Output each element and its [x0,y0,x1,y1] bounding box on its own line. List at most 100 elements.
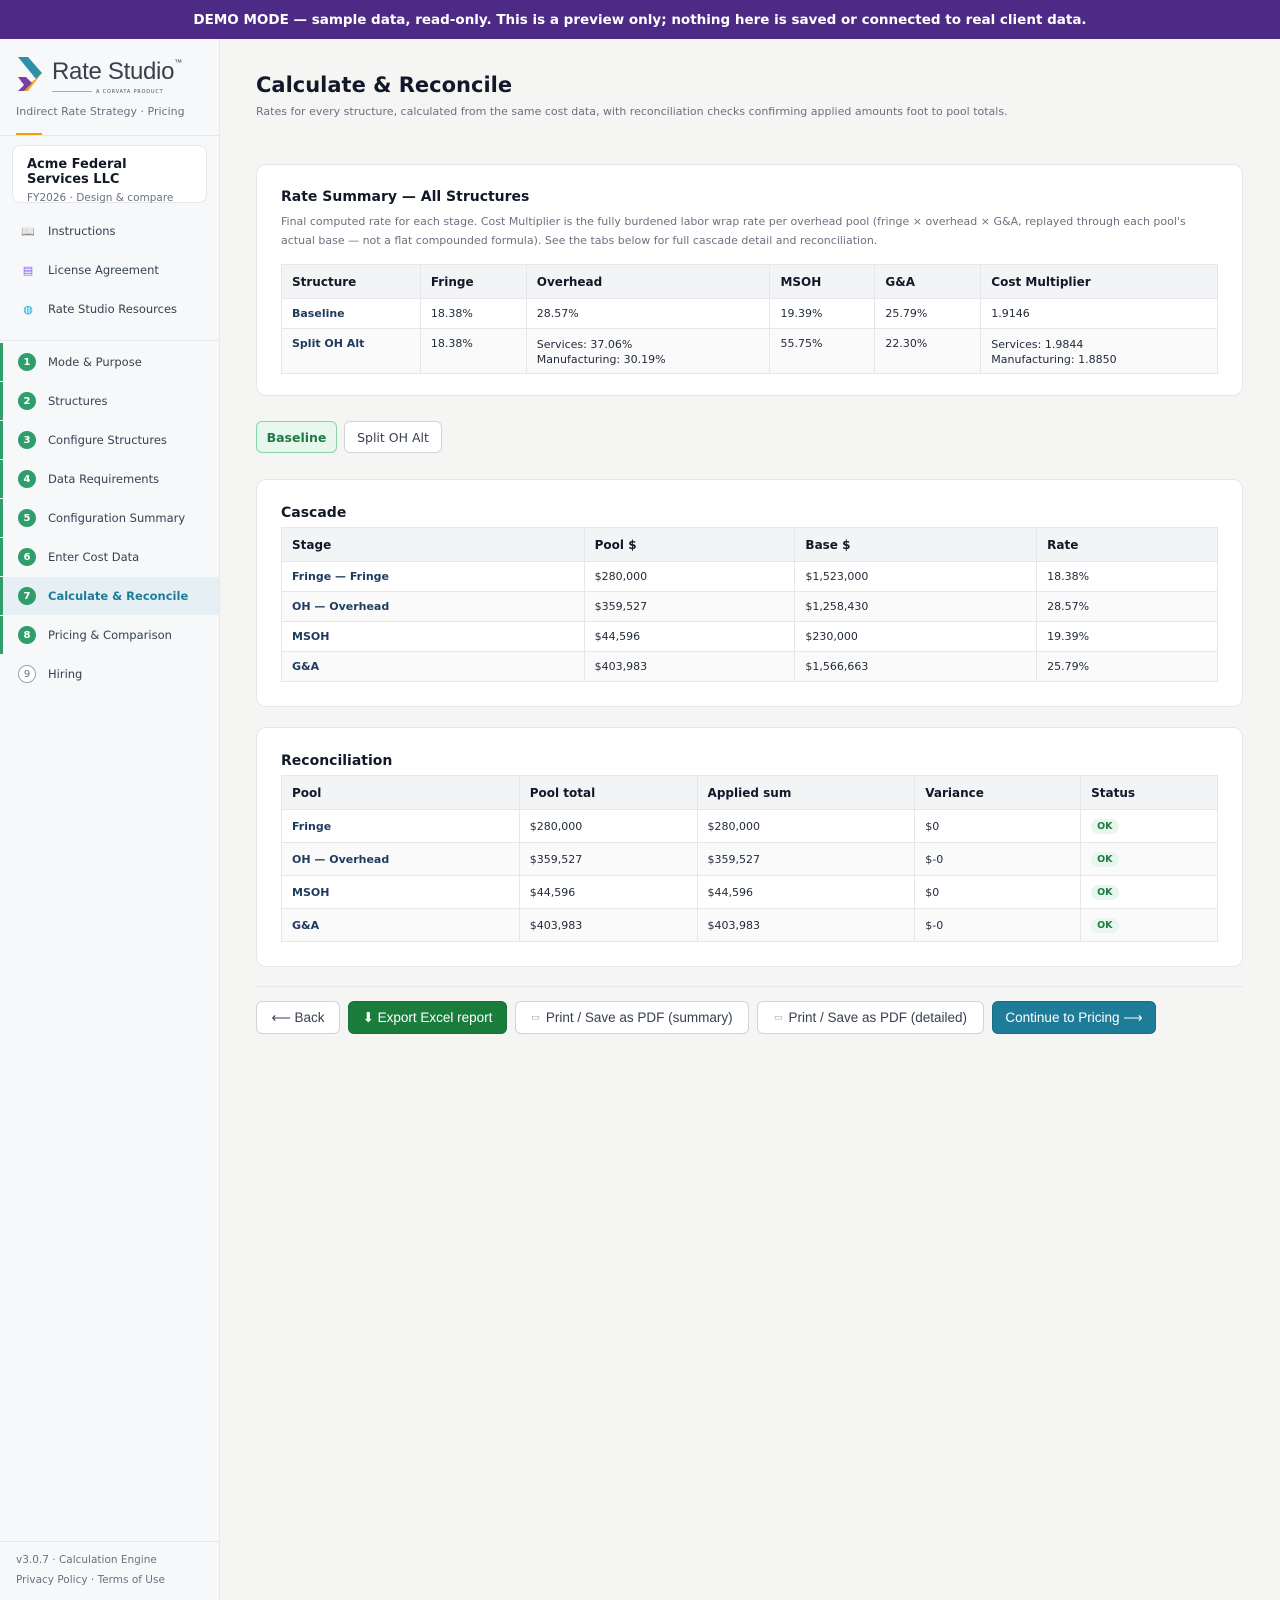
client-card[interactable]: Acme Federal Services LLC FY2026 · Desig… [12,145,207,204]
sidebar-item-instructions[interactable]: 📖 Instructions [0,217,219,245]
overhead-manufacturing-rate: Manufacturing: 30.19% [536,353,666,366]
sidebar-step-calculate-reconcile[interactable]: 7 Calculate & Reconcile [0,577,219,615]
sidebar-item-label: Enter Cost Data [48,550,140,564]
sidebar-item-label: Calculate & Reconcile [48,589,189,603]
sidebar-step-structures[interactable]: 2 Structures [0,382,219,420]
globe-icon: ◍ [23,302,33,316]
page-subtitle: Rates for every structure, calculated fr… [256,105,1008,118]
brand-name: Rate Studio™ [52,58,182,85]
rate-value: 28.57% [1036,591,1218,622]
document-icon: ▭ [531,1012,540,1022]
version-info: v3.0.7 · Calculation Engine [16,1554,157,1566]
status-cell: OK [1080,875,1218,909]
structure-name: Split OH Alt [281,328,421,374]
rate-value: 25.79% [1036,651,1218,682]
stage-name: OH — Overhead [281,591,585,622]
overhead-services-rate: Services: 37.06% [536,338,633,351]
sidebar-item-rate-studio-resources[interactable]: ◍ Rate Studio Resources [0,295,219,323]
step-number-badge: 7 [18,587,36,605]
sidebar-item-label: License Agreement [48,263,159,277]
status-cell: OK [1080,809,1218,843]
stage-name: G&A [281,651,585,682]
applied-sum: $44,596 [696,875,916,909]
pool-amount: $403,983 [583,651,796,682]
rate-studio-logo-icon [18,57,42,91]
reconciliation-table: Pool Pool total Applied sum Variance Sta… [281,775,1218,942]
table-row: MSOH $44,596 $230,000 19.39% [281,621,1218,652]
client-fiscal-year: FY2026 · Design & compare [27,192,174,204]
sidebar-step-pricing-comparison[interactable]: 8 Pricing & Comparison [0,616,219,654]
brand-subtitle: A CORVATA PRODUCT [96,89,164,95]
sidebar-step-mode-purpose[interactable]: 1 Mode & Purpose [0,343,219,381]
tab-baseline[interactable]: Baseline [256,421,337,453]
status-badge: OK [1091,818,1119,834]
back-button[interactable]: ⟵ Back [256,1001,340,1034]
sidebar-step-data-requirements[interactable]: 4 Data Requirements [0,460,219,498]
pool-amount: $44,596 [583,621,796,652]
sidebar-item-label: Instructions [48,224,116,238]
applied-sum: $403,983 [696,908,916,942]
sidebar-step-configuration-summary[interactable]: 5 Configuration Summary [0,499,219,537]
brand-logo[interactable]: Rate Studio™ A CORVATA PRODUCT [16,55,206,103]
step-number-badge: 9 [18,665,36,683]
applied-sum: $280,000 [696,809,916,843]
sidebar-step-hiring[interactable]: 9 Hiring [0,655,219,693]
step-number-badge: 1 [18,353,36,371]
export-excel-button[interactable]: ⬇ Export Excel report [348,1001,507,1034]
sidebar: Rate Studio™ A CORVATA PRODUCT Indirect … [0,39,220,1600]
table-row: G&A $403,983 $403,983 $-0 OK [281,908,1218,942]
rate-value: 19.39% [1036,621,1218,652]
sidebar-item-label: Hiring [48,667,83,681]
print-pdf-summary-button[interactable]: ▭ Print / Save as PDF (summary) [515,1001,749,1034]
legal-links[interactable]: Privacy Policy · Terms of Use [16,1574,165,1586]
reconciliation-card: Reconciliation Pool Pool total Applied s… [256,727,1243,967]
status-cell: OK [1080,908,1218,942]
rate-summary-title: Rate Summary — All Structures [281,189,530,205]
rate-summary-description: Final computed rate for each stage. Cost… [281,215,1186,247]
column-header: MSOH [769,264,876,299]
table-row: G&A $403,983 $1,566,663 25.79% [281,651,1218,682]
step-number-badge: 4 [18,470,36,488]
sidebar-divider [0,340,219,341]
rate-summary-table: Structure Fringe Overhead MSOH G&A Cost … [281,264,1218,374]
sidebar-item-label: Rate Studio Resources [48,302,178,316]
sidebar-item-label: Configure Structures [48,433,167,447]
overhead-rate: 28.57% [525,298,771,329]
step-number-badge: 8 [18,626,36,644]
tab-split-oh-alt[interactable]: Split OH Alt [344,421,442,453]
stage-name: MSOH [281,621,585,652]
cascade-table: Stage Pool $ Base $ Rate Fringe — Fringe… [281,527,1218,682]
cascade-card: Cascade Stage Pool $ Base $ Rate Fringe … [256,479,1243,707]
table-row: Fringe $280,000 $280,000 $0 OK [281,809,1218,843]
continue-to-pricing-button[interactable]: Continue to Pricing ⟶ [992,1001,1156,1034]
sidebar-step-enter-cost-data[interactable]: 6 Enter Cost Data [0,538,219,576]
print-pdf-detailed-button[interactable]: ▭ Print / Save as PDF (detailed) [757,1001,984,1034]
column-header: Overhead [525,264,771,299]
multiplier-services: Services: 1.9844 [991,338,1084,351]
sidebar-item-label: Configuration Summary [48,511,186,525]
step-number-badge: 6 [18,548,36,566]
pool-name: G&A [281,908,520,942]
document-icon: ▤ [22,263,34,277]
sidebar-item-license-agreement[interactable]: ▤ License Agreement [0,256,219,284]
column-header: Rate [1036,527,1218,562]
button-label: Print / Save as PDF (summary) [545,1010,733,1025]
status-badge: OK [1091,884,1119,900]
sidebar-item-label: Pricing & Comparison [48,628,172,642]
status-badge: OK [1091,851,1119,867]
status-cell: OK [1080,842,1218,876]
pool-amount: $280,000 [583,561,796,592]
variance: $0 [914,875,1082,909]
document-icon: ▭ [773,1012,783,1022]
msoh-rate: 19.39% [769,298,876,329]
table-row: OH — Overhead $359,527 $1,258,430 28.57% [281,591,1218,622]
variance: $0 [914,809,1082,843]
sidebar-item-label: Data Requirements [48,472,160,486]
base-amount: $230,000 [794,621,1038,652]
cost-multiplier: Services: 1.9844 Manufacturing: 1.8850 [980,328,1218,374]
step-number-badge: 2 [18,392,36,410]
column-header: Pool $ [583,527,796,562]
sidebar-step-configure-structures[interactable]: 3 Configure Structures [0,421,219,459]
column-header: Stage [281,527,585,562]
pool-name: OH — Overhead [281,842,520,876]
